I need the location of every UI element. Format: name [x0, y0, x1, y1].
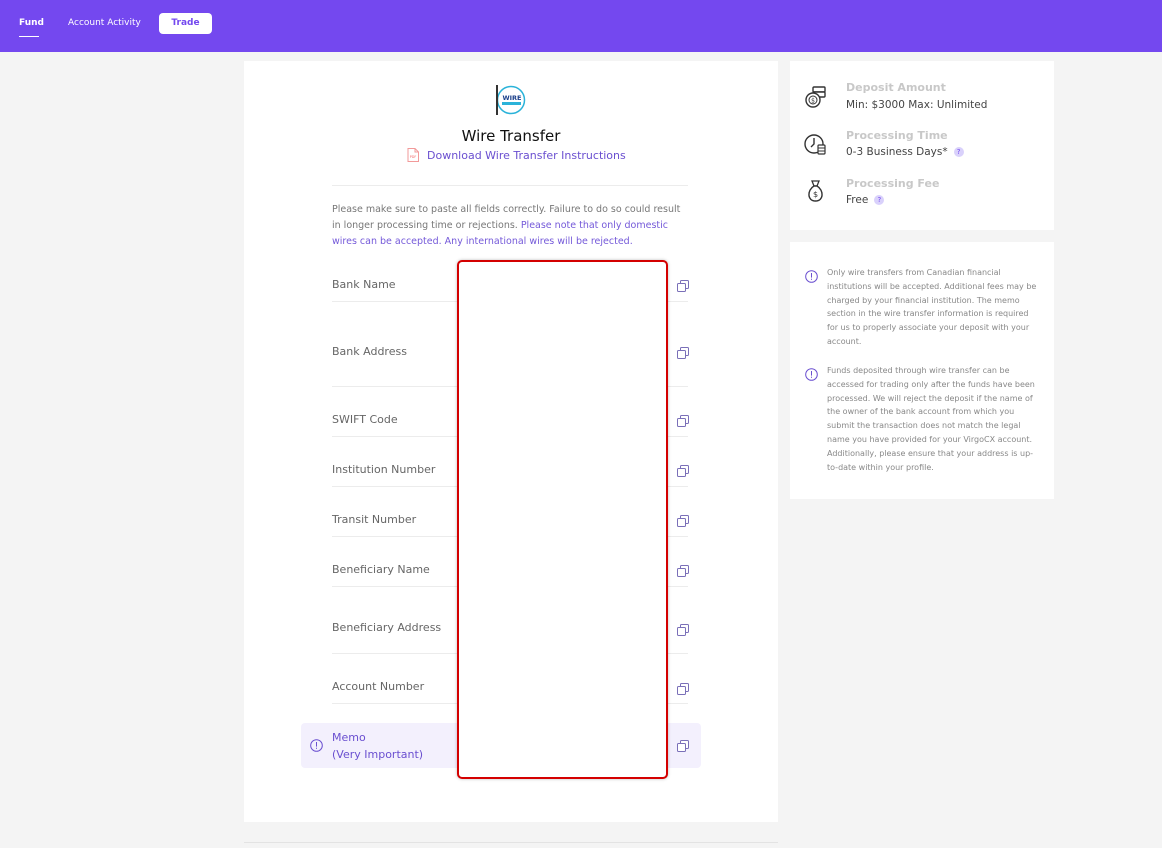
copy-icon[interactable] — [677, 740, 689, 752]
section-divider — [332, 185, 688, 186]
pdf-label: PDF — [410, 155, 417, 159]
download-link-label[interactable]: Download Wire Transfer Instructions — [427, 149, 626, 162]
copy-icon[interactable] — [677, 280, 689, 292]
field-label-beneficiary-address: Beneficiary Address — [332, 621, 442, 634]
field-label-transit-number: Transit Number — [332, 513, 417, 526]
copy-icon[interactable] — [677, 465, 689, 477]
alert-icon — [805, 368, 818, 381]
processing-time-text: 0-3 Business Days* — [846, 146, 948, 158]
pdf-file-icon: PDF — [407, 148, 419, 162]
field-label-bank-name: Bank Name — [332, 278, 396, 291]
paste-notice: Please make sure to paste all fields cor… — [332, 202, 688, 250]
trade-button[interactable]: Trade — [159, 13, 212, 34]
svg-text:$: $ — [813, 190, 818, 199]
help-icon[interactable]: ? — [953, 147, 964, 157]
processing-fee-title: Processing Fee — [846, 177, 940, 190]
top-nav-bar: Fund Account Activity Trade — [0, 0, 1162, 52]
copy-icon[interactable] — [677, 683, 689, 695]
copy-icon[interactable] — [677, 515, 689, 527]
alert-icon — [310, 739, 323, 752]
field-label-account-number: Account Number — [332, 680, 425, 693]
copy-icon[interactable] — [677, 565, 689, 577]
money-stack-icon: $ — [805, 86, 826, 108]
deposit-amount-title: Deposit Amount — [846, 81, 946, 94]
copy-icon[interactable] — [677, 347, 689, 359]
alert-icon — [805, 270, 818, 283]
nav-account-activity-tab[interactable]: Account Activity — [68, 18, 141, 28]
help-icon[interactable]: ? — [874, 195, 885, 205]
footer-divider — [244, 842, 778, 843]
nav-fund-tab[interactable]: Fund — [19, 18, 44, 28]
redaction-box — [457, 260, 668, 779]
logo-text: WIRE — [502, 94, 521, 102]
processing-time-title: Processing Time — [846, 129, 948, 142]
note-funds-processing: Funds deposited through wire transfer ca… — [827, 366, 1035, 472]
processing-fee-value: Free? — [846, 194, 885, 206]
download-instructions-link[interactable]: PDF Download Wire Transfer Instructions — [407, 147, 626, 163]
field-label-bank-address: Bank Address — [332, 345, 407, 358]
active-tab-underline — [19, 36, 39, 37]
notes-card: Only wire transfers from Canadian financ… — [790, 242, 1054, 499]
memo-label: Memo (Very Important) — [332, 729, 423, 763]
money-bag-icon: $ — [808, 180, 823, 202]
field-label-beneficiary-name: Beneficiary Name — [332, 563, 430, 576]
deposit-amount-value: Min: $3000 Max: Unlimited — [846, 99, 988, 111]
field-label-institution-number: Institution Number — [332, 463, 436, 476]
copy-icon[interactable] — [677, 624, 689, 636]
note-canadian-institutions: Only wire transfers from Canadian financ… — [827, 268, 1037, 346]
memo-label-line1: Memo — [332, 731, 366, 744]
processing-fee-text: Free — [846, 194, 869, 206]
wire-transfer-logo: WIRE — [496, 85, 526, 115]
deposit-info-card: $ Deposit Amount Min: $3000 Max: Unlimit… — [790, 61, 1054, 230]
clock-icon — [804, 134, 826, 155]
copy-icon[interactable] — [677, 415, 689, 427]
svg-text:$: $ — [811, 98, 815, 105]
page-title: Wire Transfer — [461, 127, 561, 145]
processing-time-value: 0-3 Business Days*? — [846, 146, 964, 158]
memo-label-line2: (Very Important) — [332, 748, 424, 761]
field-label-swift-code: SWIFT Code — [332, 413, 398, 426]
